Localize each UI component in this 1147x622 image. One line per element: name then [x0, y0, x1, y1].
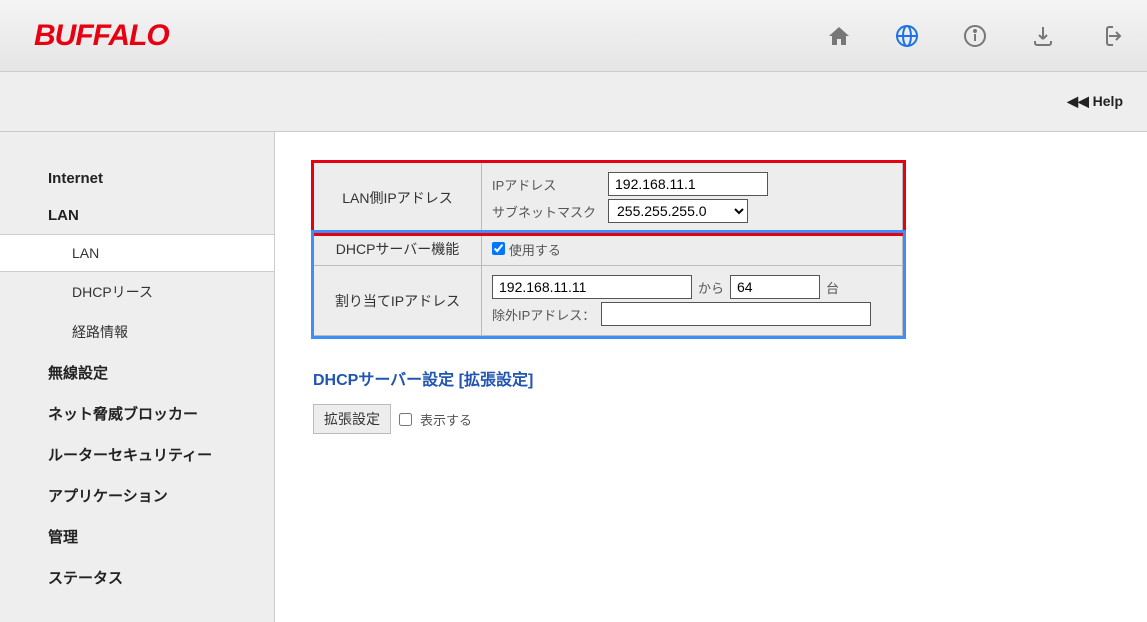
main-content: LAN側IPアドレス IPアドレス サブネットマスク 255.255.255.0: [275, 132, 1147, 622]
assign-ip-label: 割り当てIPアドレス: [314, 266, 482, 336]
sidebar-item-lan[interactable]: LAN: [0, 197, 274, 234]
advanced-heading: DHCPサーバー設定 [拡張設定]: [313, 366, 1117, 390]
globe-icon[interactable]: [895, 24, 919, 48]
from-label: から: [698, 278, 724, 297]
assign-count-input[interactable]: [730, 275, 820, 299]
exclude-ip-label: 除外IPアドレス：: [492, 305, 595, 324]
dhcp-server-label: DHCPサーバー機能: [314, 233, 482, 266]
sidebar-item-threat-blocker[interactable]: ネット脅威ブロッカー: [0, 393, 274, 434]
count-unit-label: 台: [826, 278, 839, 297]
subnet-label: サブネットマスク: [492, 202, 602, 221]
advanced-label: 拡張設定: [313, 404, 391, 434]
dhcp-use-checkbox[interactable]: [492, 242, 505, 255]
lan-ip-label: LAN側IPアドレス: [314, 163, 482, 233]
sidebar-item-admin[interactable]: 管理: [0, 516, 274, 557]
home-icon[interactable]: [827, 24, 851, 48]
topbar-icons: [827, 24, 1123, 48]
exclude-ip-input[interactable]: [601, 302, 871, 326]
sidebar-item-internet[interactable]: Internet: [0, 160, 274, 197]
sidebar-sub-dhcp-lease[interactable]: DHCPリース: [0, 272, 274, 312]
sidebar-item-router-security[interactable]: ルーターセキュリティー: [0, 434, 274, 475]
advanced-show-checkbox[interactable]: [399, 413, 412, 426]
dhcp-use-label: 使用する: [509, 243, 561, 258]
sidebar-sub-route-info[interactable]: 経路情報: [0, 312, 274, 352]
help-link[interactable]: ◀◀ Help: [1067, 93, 1123, 110]
sidebar-item-status[interactable]: ステータス: [0, 557, 274, 598]
download-icon[interactable]: [1031, 24, 1055, 48]
ip-address-input[interactable]: [608, 172, 768, 196]
assign-start-input[interactable]: [492, 275, 692, 299]
sidebar-item-wireless[interactable]: 無線設定: [0, 352, 274, 393]
brand-logo: BUFFALO: [34, 19, 169, 53]
logout-icon[interactable]: [1099, 24, 1123, 48]
info-icon[interactable]: [963, 24, 987, 48]
sidebar: Internet LAN LAN DHCPリース 経路情報 無線設定 ネット脅威…: [0, 132, 275, 622]
ip-address-label: IPアドレス: [492, 175, 602, 194]
sidebar-item-application[interactable]: アプリケーション: [0, 475, 274, 516]
subnet-select[interactable]: 255.255.255.0: [608, 199, 748, 223]
sidebar-sub-lan[interactable]: LAN: [0, 234, 274, 272]
advanced-show-label: 表示する: [420, 410, 472, 429]
